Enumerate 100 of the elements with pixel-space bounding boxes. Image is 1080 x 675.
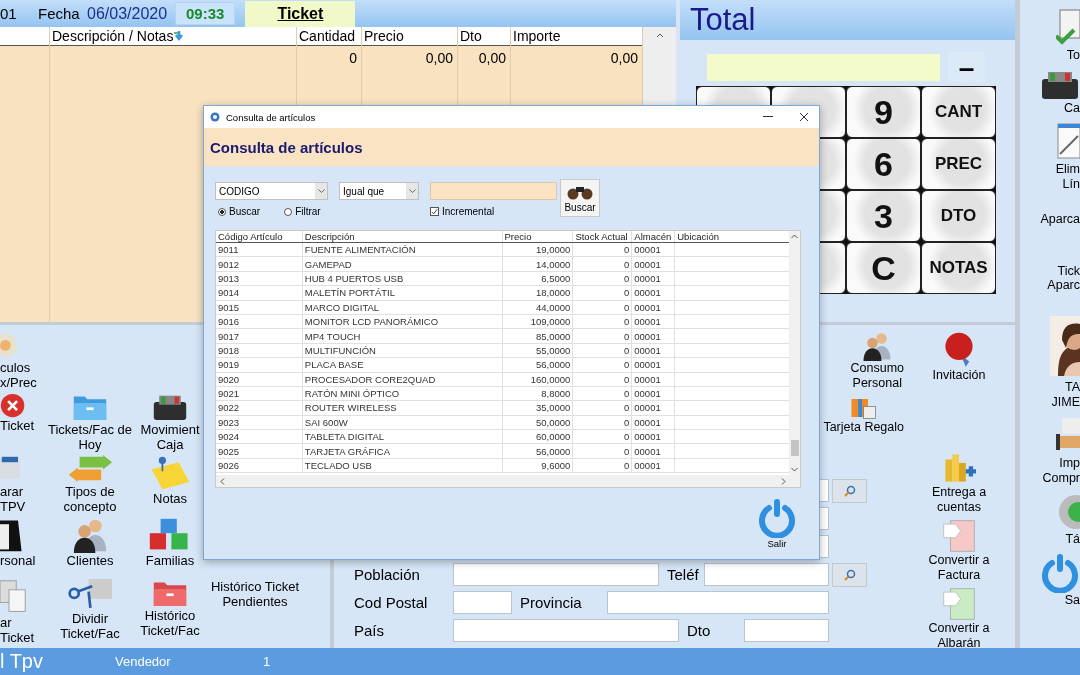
input-field[interactable] [744,619,829,642]
table-cell: 9013 [218,272,240,284]
action-button[interactable]: Entrega a cuentas [931,451,987,516]
field-dropdown[interactable]: CODIGO [215,182,328,200]
action-button[interactable]: Invitación [932,331,986,384]
scroll-thumb[interactable] [790,440,799,456]
search-button[interactable] [832,562,867,587]
table-cell: 0 [624,388,630,400]
table-cell: 0,00 [425,50,453,66]
column-header[interactable]: Importe [511,27,642,46]
tool-button[interactable]: Tipos de concepto [40,455,140,517]
table-cell: 44,0000 [536,301,571,313]
table-cell: 9011 [218,244,239,256]
input-field[interactable] [704,563,829,586]
tool-button[interactable]: Movimient Caja [140,393,200,455]
search-button[interactable] [832,478,867,503]
column-header[interactable] [0,27,49,46]
window-title: Consulta de artículos [226,111,316,123]
table-cell: 9020 [218,373,240,385]
input-field[interactable] [453,619,679,642]
tool-button[interactable]: Notas [140,455,200,517]
table-cell: 9024 [218,431,240,443]
side-tool-button[interactable]: Tick Aparc [1047,264,1080,292]
cash-register-icon [152,393,188,422]
keypad-key[interactable]: PREC [921,138,996,190]
field-label: Provincia [520,594,582,611]
table-cell: 9015 [218,301,240,313]
column-header[interactable]: Precio [362,27,457,46]
side-tool-button[interactable]: Elim Lín [1055,122,1080,192]
radio-option[interactable]: Buscar [218,206,261,217]
document-icon [942,587,976,622]
tool-button[interactable]: Dividir Ticket/Fac [40,579,140,645]
tool-button[interactable]: Familias [140,517,200,579]
table-cell: 9014 [218,287,240,299]
cash-register-icon [1040,69,1080,101]
table-cell: 0 [624,402,630,414]
keypad-key[interactable]: 3 [846,190,921,242]
input-field[interactable] [453,591,512,614]
table-cell: 0 [624,445,630,457]
table-cell: 35,0000 [536,402,571,414]
search-field[interactable] [430,182,557,200]
side-tool-button[interactable]: To [1056,8,1080,63]
input-field[interactable] [607,591,829,614]
keypad-key[interactable]: DTO [921,190,996,242]
side-tool-button[interactable]: Tá [1056,492,1080,547]
table-cell: 60,0000 [536,431,571,443]
table-cell: 9016 [218,316,240,328]
action-button[interactable]: Convertir a Factura [928,519,990,584]
table-cell: PROCESADOR CORE2QUAD [304,373,436,385]
field-label: Dto [687,622,711,639]
column-header[interactable]: Descripción / Notas [50,27,296,46]
side-tool-button[interactable]: Aparca [1040,212,1080,226]
date-label: Fecha [38,5,81,22]
table-cell: 0,00 [610,50,638,66]
table-cell: 0 [624,244,630,256]
tool-button[interactable]: culos x/Prec [0,331,40,393]
seller-label: Vendedor [115,654,172,669]
vertical-scrollbar[interactable] [789,231,800,475]
input-field[interactable] [453,563,659,586]
action-button[interactable]: Convertir a Albarán [928,587,990,652]
table-cell: 9017 [218,330,240,342]
tool-button[interactable]: ar Ticket [0,579,40,645]
people-icon [862,331,893,361]
table-cell: 14,0000 [536,258,571,270]
table-cell: MALETÍN PORTÁTIL [304,287,395,299]
tool-button[interactable]: arar TPV [0,455,40,517]
keypad-key[interactable]: NOTAS [921,242,996,294]
keypad-key[interactable]: 6 [846,138,921,190]
action-button[interactable]: Tarjeta Regalo [823,393,904,435]
table-cell: TABLETA DIGITAL [304,431,385,443]
ticket-number: 01 [0,5,18,22]
tool-button[interactable]: Tickets/Fac de Hoy [40,393,140,455]
user-button[interactable]: TA JIME [1050,316,1080,410]
tool-button[interactable]: Ticket [0,393,40,455]
column-header[interactable]: Dto [458,27,510,46]
incremental-checkbox[interactable]: Incremental [430,206,557,217]
side-tool-button[interactable]: Imp Compr [1042,416,1080,486]
tool-button[interactable]: Clientes [40,517,140,579]
action-button[interactable]: Consumo Personal [850,331,904,391]
column-header[interactable]: Cantidad [297,27,361,46]
radio-option[interactable]: Filtrar [284,206,321,217]
keypad-key[interactable]: CANT [921,86,996,138]
table-cell: 19,0000 [536,244,571,256]
tool-button[interactable]: rsonal [0,517,40,579]
tool-button[interactable]: Histórico Ticket/Fac [140,579,200,645]
column-header: Stock Actual [575,231,628,242]
exit-button[interactable]: Salir [757,498,797,549]
horizontal-scrollbar[interactable] [216,475,800,487]
table-cell: 109,0000 [530,316,571,328]
search-button[interactable]: Buscar [560,179,600,217]
search-icon [843,568,856,581]
side-tool-button[interactable]: Ca [1040,69,1080,116]
document-type-label[interactable]: Ticket [245,0,356,27]
table-cell: 00001 [634,301,661,313]
keypad-key[interactable]: 9 [846,86,921,138]
keypad-key[interactable]: C [846,242,921,294]
sign-button[interactable]: – [948,52,985,82]
operator-dropdown[interactable]: Igual que [339,182,419,200]
side-tool-button[interactable]: Sa [1040,553,1080,608]
tool-button[interactable]: Histórico Ticket Pendientes [200,579,310,645]
